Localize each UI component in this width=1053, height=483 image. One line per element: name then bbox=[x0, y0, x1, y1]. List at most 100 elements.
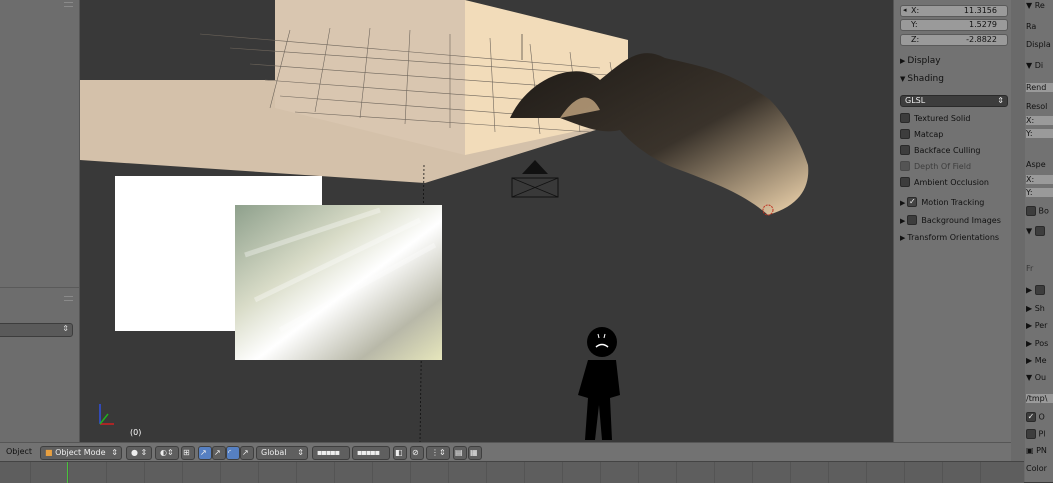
check-icon[interactable]: ✓ bbox=[1026, 412, 1036, 422]
panel-header-background-images[interactable]: ▶ Background Images bbox=[900, 215, 1008, 226]
shelf-divider bbox=[0, 287, 79, 288]
timeline-tick bbox=[752, 462, 753, 483]
dimensions-panel-header[interactable]: ▼ Di bbox=[1026, 61, 1043, 70]
layers-grid-2[interactable]: ▪▪▪▪▪ bbox=[352, 446, 390, 460]
viewport-shading-select[interactable]: ● ⇕ bbox=[126, 446, 152, 460]
3d-view-header: Object ■ Object Mode ⇕ ● ⇕ ◐⇕ ⊞ ↗ ↗ ◜ ↗ G… bbox=[0, 442, 1011, 462]
timeline-tick bbox=[486, 462, 487, 483]
arrow-icon: ↗ bbox=[200, 448, 207, 457]
properties-region: ◂ X: 11.3156 Y: 1.5279 Z: -2.8822 ▶ Display ▼… bbox=[893, 0, 1012, 460]
timeline-tick bbox=[448, 462, 449, 483]
pivot-point-select[interactable]: ◐⇕ bbox=[155, 446, 179, 460]
mode-select[interactable]: ■ Object Mode ⇕ bbox=[40, 446, 122, 460]
placeholders-toggle[interactable]: Pl bbox=[1026, 429, 1046, 439]
timeline-tick bbox=[790, 462, 791, 483]
pivot-icon: ◐ bbox=[160, 448, 167, 457]
rotate-icon: ◜ bbox=[228, 448, 232, 457]
snap-element-select[interactable]: ⋮⇕ bbox=[426, 446, 450, 460]
rotate-manipulator-active-button[interactable]: ◜ bbox=[226, 446, 240, 460]
viewport-scene: (0) bbox=[80, 0, 809, 442]
checkbox[interactable] bbox=[1026, 206, 1036, 216]
updown-arrows-icon: ⇕ bbox=[62, 324, 69, 333]
timeline-tick bbox=[68, 462, 69, 483]
timeline-tick bbox=[562, 462, 563, 483]
manipulator-toggle[interactable]: ⊞ bbox=[181, 446, 195, 460]
subpanel-header[interactable]: ▶ bbox=[1026, 285, 1045, 295]
output-panel-header[interactable]: ▼ Ou bbox=[1026, 373, 1046, 382]
timeline-tick bbox=[30, 462, 31, 483]
region-scrollbar[interactable] bbox=[1011, 0, 1025, 482]
panel-header-display[interactable]: ▶ Display bbox=[900, 56, 1008, 66]
checkbox[interactable] bbox=[900, 145, 910, 155]
depth-of-field-toggle[interactable]: Depth Of Field bbox=[900, 161, 1008, 172]
border-toggle[interactable]: Bo bbox=[1026, 206, 1049, 216]
rotate-manipulator-button[interactable]: ↗ bbox=[212, 446, 226, 460]
layers-grid-1[interactable]: ▪▪▪▪▪ bbox=[312, 446, 350, 460]
object-menu[interactable]: Object bbox=[6, 447, 32, 456]
checkbox[interactable] bbox=[1034, 285, 1045, 295]
translate-manipulator-button[interactable]: ↗ bbox=[198, 446, 212, 460]
proportional-edit-icon[interactable]: ⊘ bbox=[410, 446, 424, 460]
timeline-tick bbox=[942, 462, 943, 483]
frame-rate-label: Fr bbox=[1026, 264, 1034, 273]
panel-grip-icon[interactable] bbox=[64, 296, 73, 301]
panel-header-shading[interactable]: ▼ Shading bbox=[900, 74, 1008, 84]
render-presets-menu[interactable]: Rend bbox=[1026, 83, 1053, 92]
timeline-tick bbox=[904, 462, 905, 483]
operator-dropdown[interactable]: ⇕ bbox=[0, 323, 73, 337]
render-animation-icon[interactable]: ▦ bbox=[468, 446, 482, 460]
backface-culling-toggle[interactable]: Backface Culling bbox=[900, 145, 1008, 156]
metadata-panel-header[interactable]: ▶ Me bbox=[1026, 356, 1047, 365]
timeline-tick bbox=[410, 462, 411, 483]
triangle-right-icon: ▶ bbox=[900, 198, 906, 207]
location-y-field[interactable]: Y: 1.5279 bbox=[900, 19, 1008, 31]
aspect-y-field[interactable]: Y: bbox=[1026, 188, 1053, 197]
matcap-toggle[interactable]: Matcap bbox=[900, 129, 1008, 140]
shading-panel-header[interactable]: ▶ Sh bbox=[1026, 304, 1045, 313]
display-label: Displa bbox=[1026, 40, 1051, 49]
checkbox[interactable] bbox=[900, 129, 910, 139]
timeline-strip[interactable] bbox=[0, 461, 1024, 483]
aspect-label: Aspe bbox=[1026, 160, 1046, 169]
ambient-occlusion-toggle[interactable]: Ambient Occlusion bbox=[900, 177, 1008, 188]
checkbox[interactable] bbox=[1034, 226, 1045, 236]
check-icon[interactable]: ✓ bbox=[907, 197, 918, 207]
panel-header-motion-tracking[interactable]: ▶ ✓ Motion Tracking bbox=[900, 197, 1008, 208]
checkbox[interactable] bbox=[900, 161, 910, 171]
color-label: Color bbox=[1026, 464, 1047, 473]
resolution-y-field[interactable]: Y: bbox=[1026, 129, 1053, 138]
scale-manipulator-button[interactable]: ↗ bbox=[240, 446, 254, 460]
frame-range-panel[interactable]: ▼ bbox=[1026, 226, 1045, 236]
panel-grip-icon[interactable] bbox=[64, 2, 73, 7]
textured-solid-toggle[interactable]: Textured Solid bbox=[900, 113, 1008, 124]
file-format-select[interactable]: ▣ PN bbox=[1026, 446, 1047, 455]
aspect-x-field[interactable]: X: bbox=[1026, 175, 1053, 184]
output-path-field[interactable]: /tmp\ bbox=[1026, 394, 1053, 403]
overwrite-toggle[interactable]: ✓ O bbox=[1026, 412, 1045, 422]
triangle-right-icon: ▶ bbox=[900, 216, 906, 225]
location-x-field[interactable]: ◂ X: 11.3156 bbox=[900, 5, 1008, 17]
location-z-field[interactable]: Z: -2.8822 bbox=[900, 34, 1008, 46]
updown-arrows-icon: ⇕ bbox=[297, 448, 304, 457]
layer-lock-icon[interactable]: ◧ bbox=[393, 446, 407, 460]
checkbox[interactable] bbox=[900, 113, 910, 123]
panel-header-transform-orientations[interactable]: ▶ Transform Orientations bbox=[900, 233, 1008, 243]
triangle-right-icon: ▶ bbox=[900, 234, 906, 242]
transform-orientation-select[interactable]: Global ⇕ bbox=[256, 446, 308, 460]
checkbox[interactable] bbox=[900, 177, 910, 187]
checkbox[interactable] bbox=[907, 215, 918, 225]
timeline-tick bbox=[828, 462, 829, 483]
triangle-right-icon: ▶ bbox=[900, 57, 906, 65]
triangle-down-icon: ▼ bbox=[900, 75, 906, 83]
render-icon[interactable]: ▤ bbox=[453, 446, 467, 460]
post-processing-panel-header[interactable]: ▶ Pos bbox=[1026, 339, 1048, 348]
render-panel-header[interactable]: ▼ Re bbox=[1026, 1, 1045, 10]
timeline-tick bbox=[296, 462, 297, 483]
checkbox[interactable] bbox=[1026, 429, 1036, 439]
3d-viewport[interactable]: (0) bbox=[80, 0, 893, 442]
resolution-x-field[interactable]: X: bbox=[1026, 116, 1053, 125]
render-button[interactable]: Ra bbox=[1026, 22, 1036, 31]
shading-mode-select[interactable]: GLSL ⇕ bbox=[900, 95, 1008, 107]
tool-shelf: ⇕ bbox=[0, 0, 80, 442]
performance-panel-header[interactable]: ▶ Per bbox=[1026, 321, 1047, 330]
